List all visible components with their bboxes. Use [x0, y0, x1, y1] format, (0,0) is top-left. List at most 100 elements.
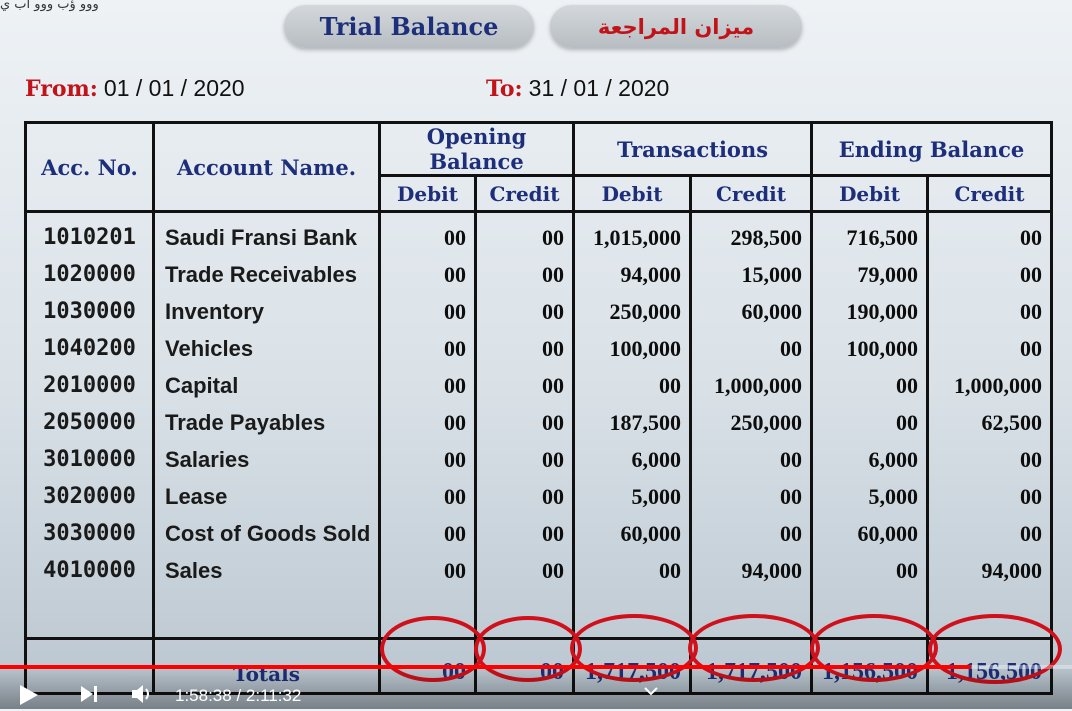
transactions-credit: 00 [689, 441, 814, 478]
account-number: 2010000 [24, 367, 155, 404]
transactions-debit: 00 [572, 552, 693, 589]
ending-debit: 6,000 [810, 441, 930, 478]
account-name: Lease [152, 478, 381, 515]
opening-debit: 00 [378, 367, 477, 404]
table-row: 1030000 Inventory 00 00 250,000 60,000 190,000… [24, 293, 1054, 330]
transactions-debit: 250,000 [572, 293, 693, 330]
header-ending-debit: Debit [810, 174, 930, 213]
account-number: 4010000 [24, 552, 155, 589]
transactions-credit: 60,000 [689, 293, 814, 330]
ending-credit: 00 [926, 515, 1054, 552]
trial-balance-table: Acc. No. Account Name. Opening Balance T… [24, 121, 1054, 695]
account-name: Trade Receivables [152, 256, 381, 293]
opening-credit: 00 [473, 293, 576, 330]
opening-debit: 00 [378, 330, 477, 367]
ending-credit: 00 [926, 293, 1054, 330]
opening-debit: 00 [378, 211, 477, 256]
time-display: 1:58:38 / 2:11:32 [175, 686, 302, 705]
title-arabic: ميزان المراجعة [550, 5, 802, 48]
opening-debit: 00 [378, 515, 477, 552]
opening-credit: 00 [473, 256, 576, 293]
account-number: 1010201 [24, 211, 155, 256]
table-row: 2050000 Trade Payables 00 00 187,500 250,000 0… [24, 404, 1054, 441]
account-name: Inventory [152, 293, 381, 330]
opening-credit: 00 [473, 211, 576, 256]
ending-credit: 00 [926, 211, 1054, 256]
opening-credit: 00 [473, 441, 576, 478]
table-row: 3020000 Lease 00 00 5,000 00 5,000 00 [24, 478, 1054, 515]
opening-credit: 00 [473, 330, 576, 367]
transactions-credit: 15,000 [689, 256, 814, 293]
period-to: To: 31 / 01 / 2020 [486, 75, 669, 102]
ending-debit: 190,000 [810, 293, 930, 330]
ending-debit: 79,000 [810, 256, 930, 293]
ending-credit: 00 [926, 441, 1054, 478]
ending-credit: 00 [926, 478, 1054, 515]
top-cutoff-text: ووو ؤب ووو اب ي [0, 0, 99, 12]
table-row: 3010000 Salaries 00 00 6,000 00 6,000 00 [24, 441, 1054, 478]
account-number: 2050000 [24, 404, 155, 441]
transactions-debit: 187,500 [572, 404, 693, 441]
ending-debit: 60,000 [810, 515, 930, 552]
table-row: 4010000 Sales 00 00 00 94,000 00 94,000 [24, 552, 1054, 589]
transactions-debit: 5,000 [572, 478, 693, 515]
period-from: From: 01 / 01 / 2020 [25, 75, 245, 102]
account-number: 3030000 [24, 515, 155, 552]
opening-debit: 00 [378, 441, 477, 478]
transactions-credit: 1,000,000 [689, 367, 814, 404]
ending-credit: 1,000,000 [926, 367, 1054, 404]
header-transactions-credit: Credit [689, 174, 814, 213]
account-name: Saudi Fransi Bank [152, 211, 381, 256]
progress-bar[interactable] [0, 665, 1072, 669]
table-row: 1040200 Vehicles 00 00 100,000 00 100,000 00 [24, 330, 1054, 367]
opening-debit: 00 [378, 404, 477, 441]
volume-icon[interactable] [130, 683, 154, 705]
opening-credit: 00 [473, 367, 576, 404]
transactions-credit: 250,000 [689, 404, 814, 441]
transactions-debit: 00 [572, 367, 693, 404]
opening-credit: 00 [473, 478, 576, 515]
transactions-debit: 1,015,000 [572, 211, 693, 256]
transactions-credit: 94,000 [689, 552, 814, 589]
from-date: 01 / 01 / 2020 [103, 75, 245, 101]
account-number: 3020000 [24, 478, 155, 515]
blank-row [24, 589, 1054, 639]
header-ending-credit: Credit [926, 174, 1054, 213]
transactions-credit: 298,500 [689, 211, 814, 256]
table-row: 3030000 Cost of Goods Sold 00 00 60,000 00 60,… [24, 515, 1054, 552]
ending-debit: 00 [810, 404, 930, 441]
ending-debit: 00 [810, 367, 930, 404]
opening-debit: 00 [378, 293, 477, 330]
ending-credit: 00 [926, 330, 1054, 367]
opening-debit: 00 [378, 478, 477, 515]
header-transactions: Transactions [572, 121, 814, 177]
ending-credit: 00 [926, 256, 1054, 293]
transactions-debit: 60,000 [572, 515, 693, 552]
table-row: 1020000 Trade Receivables 00 00 94,000 15,000… [24, 256, 1054, 293]
chevron-down-icon[interactable] [644, 684, 658, 700]
opening-debit: 00 [378, 256, 477, 293]
from-label: From: [25, 76, 98, 102]
ending-credit: 62,500 [926, 404, 1054, 441]
account-name: Cost of Goods Sold [152, 515, 381, 552]
ending-debit: 5,000 [810, 478, 930, 515]
next-icon[interactable] [78, 683, 100, 705]
header-opening-credit: Credit [473, 174, 576, 213]
ending-debit: 100,000 [810, 330, 930, 367]
account-number: 1040200 [24, 330, 155, 367]
opening-credit: 00 [473, 404, 576, 441]
header-acc-no: Acc. No. [24, 121, 155, 213]
transactions-debit: 100,000 [572, 330, 693, 367]
header-transactions-debit: Debit [572, 174, 693, 213]
title-english: Trial Balance [284, 5, 534, 48]
transactions-debit: 6,000 [572, 441, 693, 478]
play-icon[interactable] [16, 683, 40, 707]
transactions-credit: 00 [689, 515, 814, 552]
table-row: 1010201 Saudi Fransi Bank 00 00 1,015,000 298… [24, 211, 1054, 256]
account-name: Sales [152, 552, 381, 589]
ending-credit: 94,000 [926, 552, 1054, 589]
account-number: 1020000 [24, 256, 155, 293]
account-name: Vehicles [152, 330, 381, 367]
player-controls-bar [0, 665, 1072, 709]
transactions-credit: 00 [689, 478, 814, 515]
